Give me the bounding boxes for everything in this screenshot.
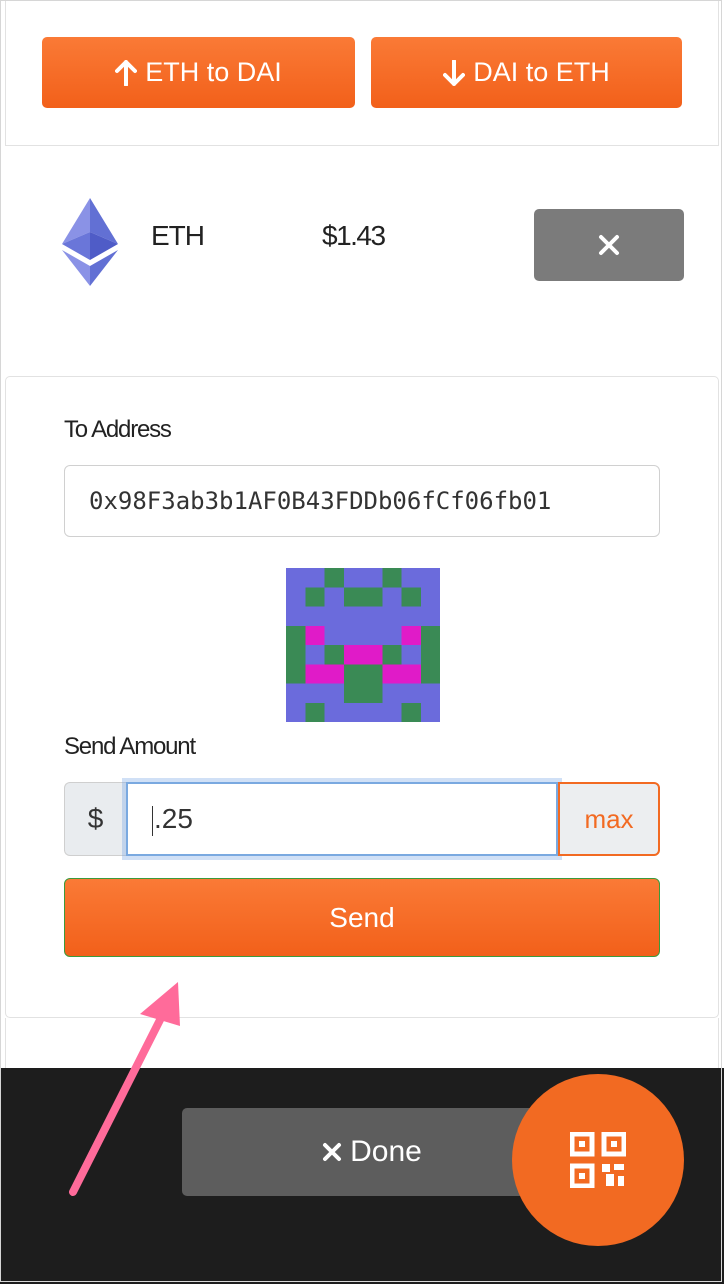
text-cursor [152,805,153,836]
lower-card-edge [5,1018,719,1070]
max-button[interactable]: max [558,782,660,856]
send-button[interactable]: Send [64,878,660,957]
eth-to-dai-button[interactable]: ETH to DAI [42,37,355,108]
dai-to-eth-label: DAI to ETH [473,57,610,87]
close-icon [599,235,619,255]
done-label: Done [350,1135,422,1168]
eth-logo-icon [60,196,120,293]
close-icon [323,1143,342,1161]
qr-scan-button[interactable] [512,1074,684,1246]
amount-input[interactable]: .25 [126,782,558,856]
close-button[interactable] [534,209,684,281]
currency-prefix: $ [64,782,126,856]
token-balance: $1.43 [322,220,386,251]
dai-to-eth-button[interactable]: DAI to ETH [371,37,682,108]
amount-value: .25 [154,803,193,834]
eth-to-dai-label: ETH to DAI [145,57,282,87]
arrow-down-icon [443,59,466,86]
to-address-input[interactable]: 0x98F3ab3b1AF0B43FDDb06fCf06fb01 [64,465,660,537]
done-button[interactable]: Done [182,1108,562,1196]
token-symbol: ETH [151,220,205,251]
qr-code-icon [570,1132,626,1188]
send-amount-label: Send Amount [64,733,196,760]
to-address-label: To Address [64,416,172,443]
address-identicon [286,568,440,722]
arrow-up-icon [115,59,138,86]
